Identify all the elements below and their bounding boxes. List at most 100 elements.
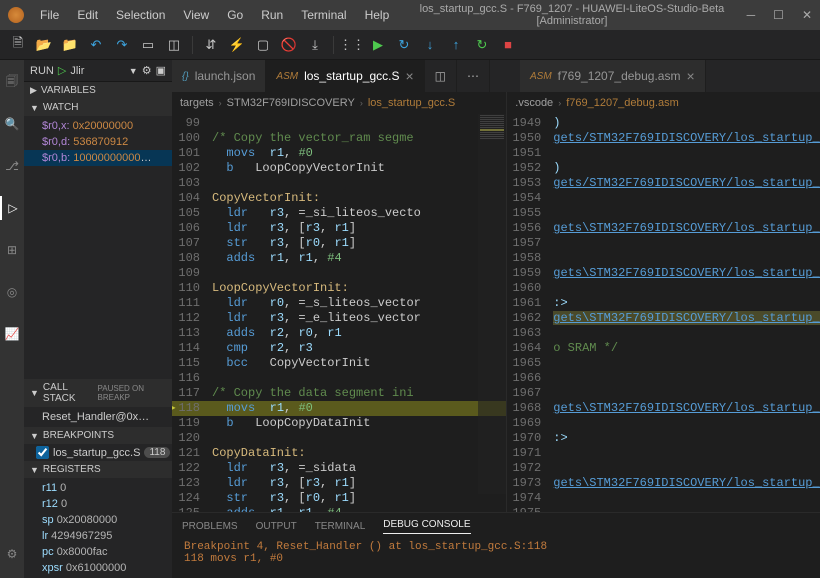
debug-config-selector[interactable]: Jlir (70, 65, 124, 77)
code-line[interactable]: 1952) (507, 161, 820, 176)
panel-terminal[interactable]: TERMINAL (315, 521, 366, 532)
code-line[interactable]: 117/* Copy the data segment ini (172, 386, 506, 401)
code-line[interactable]: 1969 (507, 416, 820, 431)
debug-console-body[interactable]: Breakpoint 4, Reset_Handler () at los_st… (172, 539, 820, 578)
callstack-row[interactable]: Reset_Handler@0x08000 (24, 409, 172, 425)
split-icon[interactable]: ◫ (166, 37, 182, 53)
register-row[interactable]: r12 0 (24, 496, 172, 512)
open-folder-icon[interactable]: 📂 (36, 37, 52, 53)
menu-terminal[interactable]: Terminal (293, 4, 354, 26)
breakpoint-row[interactable]: los_startup_gcc.S 118 (24, 444, 172, 461)
code-line[interactable]: 103 (172, 176, 506, 191)
code-line[interactable]: 1962gets\STM32F769IDISCOVERY/los_startup… (507, 311, 820, 326)
code-line[interactable]: 1973gets\STM32F769IDISCOVERY/los_startup… (507, 476, 820, 491)
code-line[interactable]: 1967 (507, 386, 820, 401)
continue-icon[interactable]: ▶ (370, 37, 386, 53)
tab-asm[interactable]: ASMf769_1207_debug.asm× (520, 60, 706, 92)
code-line[interactable]: 1951 (507, 146, 820, 161)
code-line[interactable]: 1961:> (507, 296, 820, 311)
maximize-icon[interactable]: ☐ (773, 8, 784, 22)
watch-item[interactable]: $r0,d: 536870912 (24, 134, 172, 150)
tab-more-icon[interactable]: ⋯ (457, 60, 490, 92)
sort-icon[interactable]: ⇵ (203, 37, 219, 53)
register-row[interactable]: lr 4294967295 (24, 528, 172, 544)
metrics-icon[interactable]: 📈 (0, 322, 24, 346)
callstack-header[interactable]: ▼CALL STACK PAUSED ON BREAKP (24, 379, 172, 407)
code-line[interactable]: 113 adds r2, r0, r1 (172, 326, 506, 341)
build-icon[interactable]: ▢ (255, 37, 271, 53)
breadcrumb-right[interactable]: .vscode› f769_1207_debug.asm (507, 92, 820, 114)
block-icon[interactable]: 🚫 (281, 37, 297, 53)
variables-header[interactable]: ▶VARIABLES (24, 82, 172, 99)
lightning-icon[interactable]: ⚡ (229, 37, 245, 53)
code-line[interactable]: 122 ldr r3, =_sidata (172, 461, 506, 476)
code-line[interactable]: 1953gets/STM32F769IDISCOVERY/los_startup… (507, 176, 820, 191)
code-line[interactable]: 1970:> (507, 431, 820, 446)
code-line[interactable]: 118 movs r1, #0 (172, 401, 506, 416)
stop-icon[interactable]: ■ (500, 37, 516, 53)
menu-file[interactable]: File (32, 4, 67, 26)
code-line[interactable]: 114 cmp r2, r3 (172, 341, 506, 356)
step-out-icon[interactable]: ↑ (448, 37, 464, 53)
code-line[interactable]: 1955 (507, 206, 820, 221)
panel-problems[interactable]: PROBLEMS (182, 521, 238, 532)
console-icon[interactable]: ▣ (156, 64, 166, 77)
watch-item[interactable]: $r0,b: 1000000000000… (24, 150, 172, 166)
code-line[interactable]: 115 bcc CopyVectorInit (172, 356, 506, 371)
tab-close-icon[interactable]: × (405, 68, 413, 84)
code-line[interactable]: 111 ldr r0, =_s_liteos_vector (172, 296, 506, 311)
download-icon[interactable]: ⤓ (307, 37, 323, 53)
tab-launch[interactable]: {}launch.json (172, 60, 266, 92)
minimap[interactable] (478, 114, 506, 494)
code-line[interactable]: 125 adds r1, r1, #4 (172, 506, 506, 512)
code-line[interactable]: 119 b LoopCopyDataInit (172, 416, 506, 431)
code-line[interactable]: 120 (172, 431, 506, 446)
watch-header[interactable]: ▼WATCH (24, 99, 172, 116)
code-line[interactable]: 1960 (507, 281, 820, 296)
start-debug-icon[interactable]: ▷ (58, 64, 66, 77)
panel-debug-console[interactable]: DEBUG CONSOLE (383, 519, 470, 534)
code-line[interactable]: 124 str r3, [r0, r1] (172, 491, 506, 506)
code-line[interactable]: 1974 (507, 491, 820, 506)
new-file-icon[interactable]: 🗎 (10, 37, 26, 53)
code-line[interactable]: 102 b LoopCopyVectorInit (172, 161, 506, 176)
tab-split-icon[interactable]: ◫ (425, 60, 457, 92)
menu-selection[interactable]: Selection (108, 4, 173, 26)
code-left[interactable]: 99100/* Copy the vector_ram segme101 mov… (172, 114, 506, 512)
chevron-down-icon[interactable]: ▼ (129, 66, 138, 76)
code-line[interactable]: 121CopyDataInit: (172, 446, 506, 461)
code-line[interactable]: 1965 (507, 356, 820, 371)
code-line[interactable]: 106 ldr r3, [r3, r1] (172, 221, 506, 236)
search-icon[interactable]: 🔍 (0, 112, 24, 136)
code-line[interactable]: 1957 (507, 236, 820, 251)
register-row[interactable]: xpsr 0x61000000 (24, 560, 172, 576)
code-line[interactable]: 101 movs r1, #0 (172, 146, 506, 161)
code-line[interactable]: 105 ldr r3, =_si_liteos_vecto (172, 206, 506, 221)
register-row[interactable]: pc 0x8000fac (24, 544, 172, 560)
step-over-icon[interactable]: ↻ (396, 37, 412, 53)
code-line[interactable]: 110LoopCopyVectorInit: (172, 281, 506, 296)
code-line[interactable]: 99 (172, 116, 506, 131)
code-line[interactable]: 1963 (507, 326, 820, 341)
redo-icon[interactable]: ↷ (114, 37, 130, 53)
code-line[interactable]: 1954 (507, 191, 820, 206)
extensions-icon[interactable]: ⊞ (0, 238, 24, 262)
breakpoints-header[interactable]: ▼BREAKPOINTS (24, 427, 172, 444)
code-line[interactable]: 123 ldr r3, [r3, r1] (172, 476, 506, 491)
minimize-icon[interactable]: ─ (747, 8, 756, 22)
code-line[interactable]: 1971 (507, 446, 820, 461)
code-line[interactable]: 1959gets\STM32F769IDISCOVERY/los_startup… (507, 266, 820, 281)
test-icon[interactable]: ◎ (0, 280, 24, 304)
code-line[interactable]: 1972 (507, 461, 820, 476)
code-line[interactable]: 1968gets\STM32F769IDISCOVERY/los_startup… (507, 401, 820, 416)
panel-output[interactable]: OUTPUT (256, 521, 297, 532)
step-into-icon[interactable]: ↓ (422, 37, 438, 53)
tab-close-icon[interactable]: × (686, 68, 694, 84)
code-right[interactable]: 1949)1950gets/STM32F769IDISCOVERY/los_st… (507, 114, 820, 512)
drag-icon[interactable]: ⋮⋮ (344, 37, 360, 53)
settings-gear-icon[interactable]: ⚙ (0, 542, 24, 566)
register-row[interactable]: sp 0x20080000 (24, 512, 172, 528)
toggle-panel-icon[interactable]: ▭ (140, 37, 156, 53)
registers-header[interactable]: ▼REGISTERS (24, 461, 172, 478)
code-line[interactable]: 1949) (507, 116, 820, 131)
